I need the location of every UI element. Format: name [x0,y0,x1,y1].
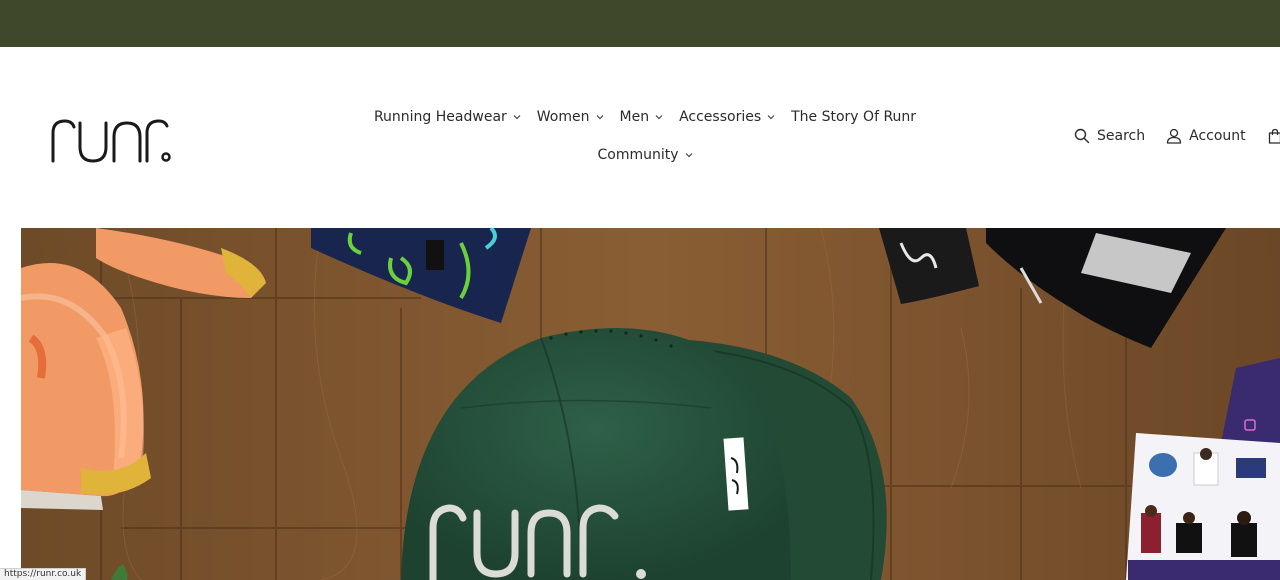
account-label: Account [1189,128,1246,144]
search-icon [1074,128,1090,144]
nav-row-primary: Running Headwear Women Men Accessories T… [370,105,920,129]
nav-item-running-headwear[interactable]: Running Headwear [374,109,521,125]
announcement-bar [0,0,1280,47]
nav-item-community[interactable]: Community [597,147,692,163]
nav-item-label: Accessories [679,109,762,125]
cart-button[interactable]: 0 [1267,128,1280,144]
nav-item-label: Men [619,109,650,125]
chevron-down-icon [685,153,692,158]
chevron-down-icon [513,115,521,120]
chevron-down-icon [596,115,603,120]
chevron-down-icon [767,115,775,120]
hero-banner[interactable] [21,228,1280,580]
nav-item-label: Running Headwear [373,109,507,125]
shopping-bag-icon [1268,128,1280,144]
nav-item-accessories[interactable]: Accessories [679,109,775,125]
nav-item-women[interactable]: Women [537,109,604,125]
nav-row-secondary: Community [370,143,920,167]
utility-navigation: Search Account 0 [1074,128,1280,144]
nav-item-men[interactable]: Men [620,109,664,125]
nav-item-label: Women [536,109,590,125]
nav-item-story-of-runr[interactable]: The Story Of Runr [791,109,916,125]
runr-logo[interactable] [50,117,172,163]
main-navigation: Running Headwear Women Men Accessories T… [370,105,920,167]
logo-wordmark-icon [51,119,171,163]
search-label: Search [1097,128,1146,144]
browser-status-url: https://runr.co.uk [0,568,87,580]
chevron-down-icon [655,115,663,120]
hero-image [21,228,1280,580]
nav-item-label: Community [597,147,679,163]
site-header: Running Headwear Women Men Accessories T… [0,47,1280,228]
search-button[interactable]: Search [1074,128,1145,144]
user-icon [1166,128,1182,144]
nav-item-label: The Story Of Runr [791,109,917,125]
account-button[interactable]: Account [1166,128,1246,144]
